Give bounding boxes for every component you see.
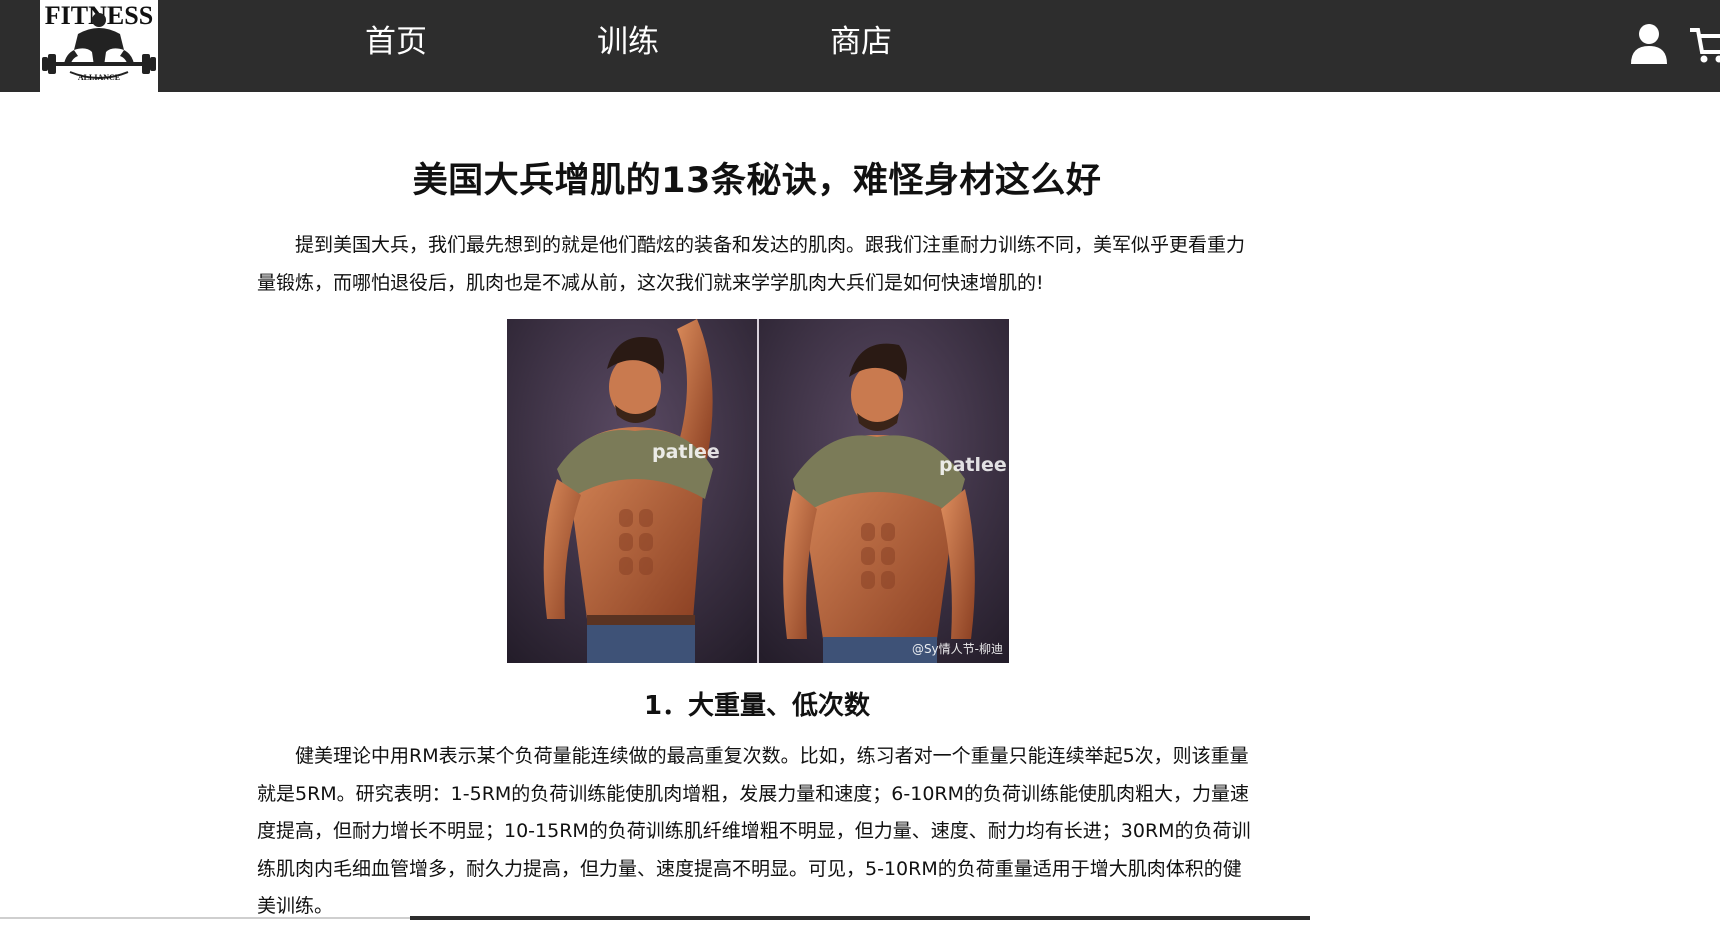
logo-graphic: FITNESS ALLIANCE bbox=[40, 0, 158, 92]
section-heading: 1．大重量、低次数 bbox=[257, 685, 1257, 722]
photo-watermark: patlee bbox=[652, 441, 720, 463]
svg-text:ALLIANCE: ALLIANCE bbox=[78, 73, 120, 82]
fitness-logo[interactable]: FITNESS ALLIANCE bbox=[40, 0, 158, 92]
bodybuilder-photo-left: patlee bbox=[507, 319, 757, 663]
nav-link-training[interactable]: 训练 bbox=[597, 18, 659, 66]
photo-credit: @Sy情人节-柳迪 bbox=[912, 640, 1003, 657]
article-intro-paragraph: 提到美国大兵，我们最先想到的就是他们酷炫的装备和发达的肌肉。跟我们注重耐力训练不… bbox=[257, 227, 1257, 302]
bottom-divider-light bbox=[0, 917, 410, 919]
bodybuilder-photo-right: patlee @Sy情人节-柳迪 bbox=[759, 319, 1009, 663]
article-figure: patlee bbox=[507, 319, 1009, 663]
user-icon[interactable] bbox=[1626, 20, 1672, 66]
photo-watermark: patlee bbox=[939, 454, 1007, 476]
cart-icon[interactable] bbox=[1688, 20, 1720, 66]
nav-link-shop[interactable]: 商店 bbox=[830, 18, 892, 66]
section-body-paragraph: 健美理论中用RM表示某个负荷量能连续做的最高重复次数。比如，练习者对一个重量只能… bbox=[257, 738, 1257, 926]
article-title: 美国大兵增肌的13条秘诀，难怪身材这么好 bbox=[257, 152, 1257, 203]
bottom-divider-dark bbox=[410, 916, 1310, 920]
nav-link-home[interactable]: 首页 bbox=[365, 18, 427, 66]
top-navbar: FITNESS ALLIANCE 首页 训练 商店 bbox=[0, 0, 1720, 92]
